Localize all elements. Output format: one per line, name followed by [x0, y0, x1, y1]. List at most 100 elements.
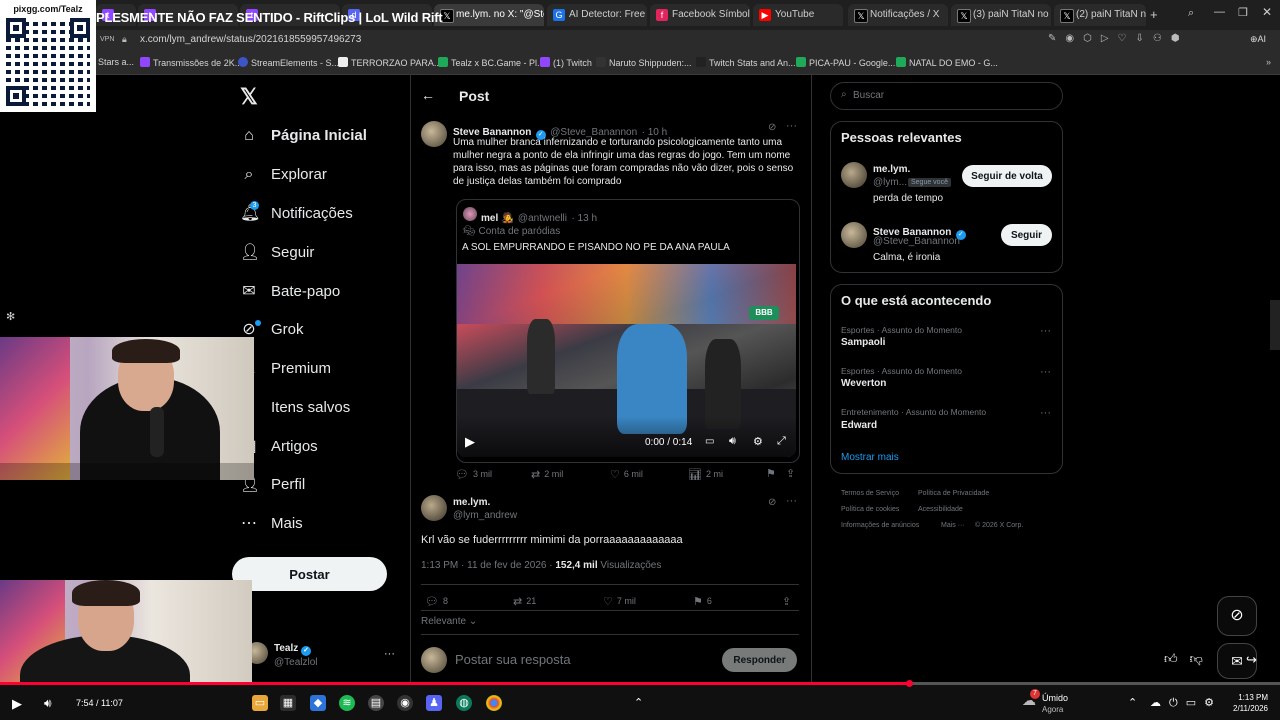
trend-name[interactable]: Sampaoli	[841, 337, 885, 348]
post-more-icon[interactable]: ···	[786, 120, 797, 132]
like-action[interactable]: ♡ 7 mil	[603, 595, 636, 608]
share-action[interactable]: ⇪	[786, 467, 799, 480]
trend-name[interactable]: Edward	[841, 420, 877, 431]
trend-name[interactable]: Weverton	[841, 378, 886, 389]
account-switcher[interactable]: Tealz ✓	[274, 643, 312, 656]
author-name[interactable]: me.lym.	[453, 497, 490, 508]
follow-back-button[interactable]: Seguir de volta	[962, 165, 1052, 187]
bookmark[interactable]: Stars a...	[98, 57, 134, 67]
tab-notificacoes[interactable]: 𝕏 Notificações / X	[848, 4, 948, 26]
tab-pain-titan-3[interactable]: 𝕏(3) paiN TitaN no X:	[951, 4, 1051, 26]
footer-link[interactable]: Informações de anúncios	[841, 522, 919, 529]
outlook-icon[interactable]: ◆	[310, 695, 326, 711]
youtube-actions[interactable]: 👍︎👎︎	[1164, 651, 1215, 667]
search-tabs-icon[interactable]: ⌕	[1188, 7, 1194, 20]
grok-fab-icon[interactable]: ⊘	[1217, 596, 1257, 636]
toolbar-icons[interactable]: ✎◉⬡▷♡⇩⚇⬢	[1048, 33, 1189, 44]
bookmark-action[interactable]: ⚑ 6	[693, 595, 712, 608]
share-video-icon[interactable]: ↪	[1246, 652, 1257, 668]
store-icon[interactable]: ▦	[280, 695, 296, 711]
chevron-up-icon[interactable]: ⌃	[634, 696, 643, 709]
post-button[interactable]: Postar	[232, 557, 387, 591]
reply-composer[interactable]: Postar sua resposta	[455, 652, 571, 667]
avatar[interactable]	[421, 121, 447, 147]
bookmark[interactable]: PICA-PAU - Google...	[796, 57, 895, 68]
play-icon[interactable]: ▶	[465, 434, 475, 450]
scrollbar[interactable]	[1270, 300, 1280, 350]
trend-more-icon[interactable]: ···	[1040, 325, 1051, 337]
person-name[interactable]: me.lym.	[873, 164, 910, 175]
avatar[interactable]	[421, 495, 447, 521]
settings-icon[interactable]: ⚙	[753, 435, 763, 448]
bookmark-action[interactable]: ⚑	[766, 467, 780, 480]
tab-youtube[interactable]: ▶ YouTube	[753, 4, 843, 26]
account-more-icon[interactable]: ···	[384, 648, 395, 660]
bookmark[interactable]: TERRORZAO PARA...	[338, 57, 441, 68]
app-icon[interactable]: ◍	[456, 695, 472, 711]
reply-action[interactable]: 💬︎ 8	[425, 595, 448, 608]
repost-action[interactable]: ⇄ 21	[513, 595, 536, 608]
like-action[interactable]: ♡ 6 mil	[610, 468, 643, 481]
trend-more-icon[interactable]: ···	[1040, 366, 1051, 378]
footer-link[interactable]: Política de cookies	[841, 506, 899, 513]
tab-facebook[interactable]: f Facebook Símbolos	[650, 4, 750, 26]
x-logo-icon[interactable]: 𝕏	[240, 84, 258, 110]
new-tab-icon[interactable]: +	[1150, 7, 1158, 22]
sort-dropdown[interactable]: Relevante ⌄	[421, 616, 477, 627]
tray-chevron-icon[interactable]: ⌃	[1128, 696, 1137, 709]
avatar[interactable]	[841, 222, 867, 248]
bookmark[interactable]: NATAL DO EMO - G...	[896, 57, 998, 68]
obs-icon[interactable]: ◉	[397, 695, 413, 711]
minimize-icon[interactable]: —	[1214, 6, 1225, 18]
bookmark[interactable]: Transmissões de 2K...	[140, 57, 242, 68]
spotify-icon[interactable]: ≋	[339, 695, 355, 711]
tab-x-post[interactable]: 𝕏me.lym. no X: "@Stev	[434, 4, 544, 26]
bookmark[interactable]: Twitch Stats and An...	[696, 57, 796, 68]
fullscreen-icon[interactable]: ⤢	[777, 435, 786, 448]
post-more-icon[interactable]: ···	[786, 495, 797, 507]
volume-icon[interactable]: 🔊︎	[729, 435, 736, 448]
footer-link[interactable]: Acessibilidade	[918, 506, 963, 513]
bookmarks-overflow-icon[interactable]: »	[1266, 57, 1271, 67]
url-field[interactable]: x.com/lym_andrew/status/2021618559957496…	[140, 34, 361, 45]
file-explorer-icon[interactable]: ▭	[252, 695, 268, 711]
tab-pain-titan-2[interactable]: 𝕏(2) paiN TitaN no X:	[1054, 4, 1146, 26]
lock-icon[interactable]: 🔒︎	[122, 34, 127, 45]
footer-link[interactable]: Termos de Serviço	[841, 490, 899, 497]
repost-action[interactable]: ⇄ 2 mil	[531, 468, 563, 481]
play-icon[interactable]: ▶	[12, 696, 22, 712]
avatar[interactable]	[841, 162, 867, 188]
trend-more-icon[interactable]: ···	[1040, 407, 1051, 419]
follow-button[interactable]: Seguir	[1001, 224, 1052, 246]
author-handle[interactable]: @lym_andrew	[453, 510, 517, 521]
ai-icon[interactable]: ⊕AI	[1250, 34, 1266, 45]
video-player[interactable]: BBB ▶ 0:00 / 0:14 ▭ 🔊︎ ⚙ ⤢	[457, 264, 796, 457]
bookmark[interactable]: (1) Twitch	[540, 57, 592, 68]
reply-button[interactable]: Responder	[722, 648, 797, 672]
show-more-link[interactable]: Mostrar mais	[841, 452, 899, 463]
volume-icon[interactable]: 🔊︎	[44, 696, 52, 711]
progress-handle[interactable]	[905, 680, 913, 687]
share-action[interactable]: ⇪	[782, 595, 795, 608]
views-action[interactable]: 📊︎ 2 mi	[688, 468, 723, 481]
maximize-icon[interactable]: ❐	[1238, 6, 1248, 19]
grok-explain-icon[interactable]: ⊘	[768, 122, 776, 133]
grok-explain-icon[interactable]: ⊘	[768, 497, 776, 508]
chrome-icon[interactable]	[486, 695, 502, 711]
bookmark[interactable]: Naruto Shippuden:...	[596, 57, 692, 68]
back-arrow-icon[interactable]: ←	[421, 87, 435, 103]
footer-link[interactable]: Mais ···	[941, 522, 965, 529]
teams-icon[interactable]: ♟	[426, 695, 442, 711]
page-title: Post	[459, 88, 490, 104]
vpn-badge[interactable]: VPN	[100, 36, 114, 43]
footer-link[interactable]: Política de Privacidade	[918, 490, 989, 497]
bookmark[interactable]: Tealz x BC.Game - Pl...	[438, 57, 545, 68]
timestamp[interactable]: 1:13 PM · 11 de fev de 2026 ·	[421, 560, 553, 571]
tab-ai-detector[interactable]: G AI Detector: Free AI	[547, 4, 647, 26]
captions-icon[interactable]: ▭	[705, 436, 714, 447]
close-window-icon[interactable]: ✕	[1262, 5, 1272, 19]
reply-action[interactable]: 💬︎ 3 mil	[455, 468, 492, 481]
app-icon[interactable]: ▤	[368, 695, 384, 711]
tray-icons[interactable]: ☁⏻▭⚙	[1150, 696, 1222, 710]
bookmark[interactable]: StreamElements - S...	[238, 57, 339, 68]
